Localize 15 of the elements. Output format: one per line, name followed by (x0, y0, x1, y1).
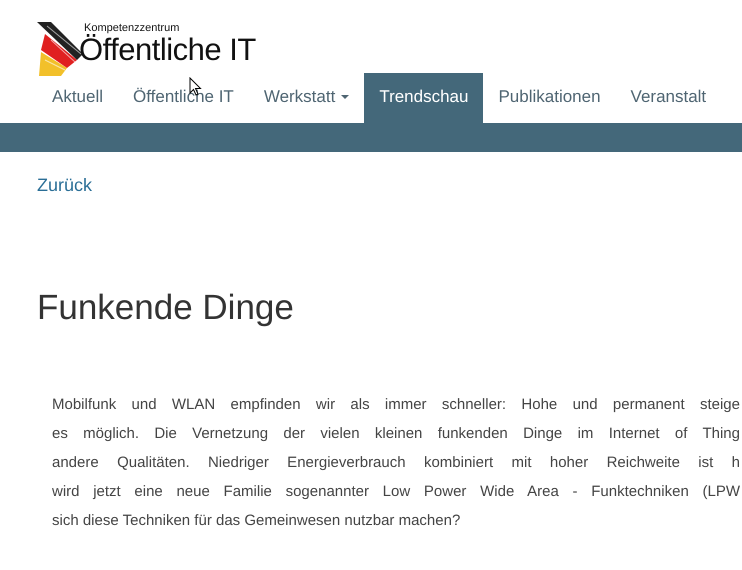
paragraph-line: wird jetzt eine neue Familie sogenannter Low Power Wide Area - Funktechniken (LPW (52, 482, 740, 502)
paragraph-line: sich diese Techniken für das Gemeinwesen nutzbar machen? (52, 511, 462, 531)
nav-tab[interactable]: Trendschau (364, 73, 484, 123)
nav-tab[interactable]: Öffentliche IT (118, 73, 249, 123)
paragraph-line: andere Qualitäten. Niedriger Energieverbrauch kombiniert mit hoher Reichweite ist h (52, 453, 740, 473)
page-heading: Funkende Dinge (37, 288, 295, 328)
logo-title: Öffentliche IT (79, 34, 256, 66)
nav-tab[interactable]: Aktuell (37, 73, 118, 123)
nav-tab[interactable]: Werkstatt (248, 73, 364, 123)
nav-tab[interactable]: Veranstalt (616, 73, 722, 123)
nav-tab[interactable]: Publikationen (483, 73, 616, 123)
back-link[interactable]: Zurück (37, 175, 92, 196)
paragraph-line: Mobilfunk und WLAN empfinden wir als immer schneller: Hohe und permanent steige (52, 395, 740, 415)
logo-kicker: Kompetenzzentrum (84, 22, 180, 34)
paragraph-line: es möglich. Die Vernetzung der vielen kleinen funkenden Dinge im Internet of Thing (52, 424, 740, 444)
